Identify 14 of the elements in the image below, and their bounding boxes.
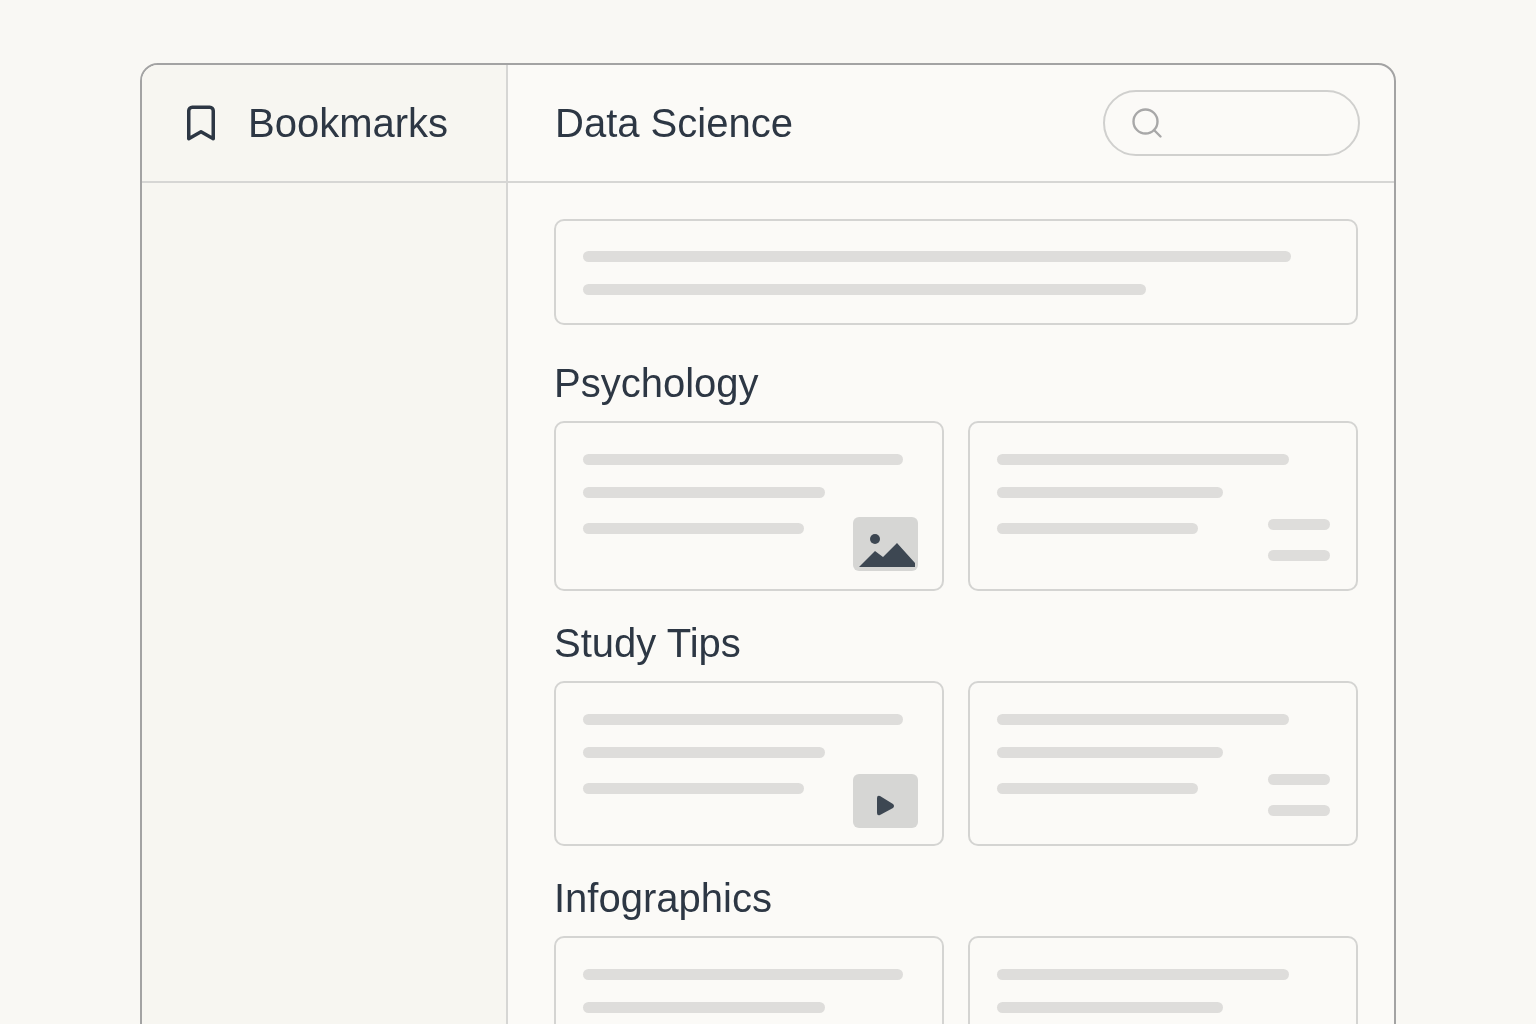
play-icon [853,774,918,828]
sidebar-title: Bookmarks [248,100,449,147]
section-heading: Study Tips [554,620,741,667]
bookmark-card[interactable] [968,681,1358,846]
bookmark-card[interactable] [554,681,944,846]
section-heading: Infographics [554,875,772,922]
bookmark-card[interactable] [554,421,944,591]
page-title: Data Science [555,100,793,147]
bookmark-card[interactable] [968,421,1358,591]
bookmark-card[interactable] [554,219,1358,325]
search-field[interactable] [1103,90,1360,156]
section-heading: Psychology [554,360,759,407]
search-icon [1129,105,1165,141]
image-icon [853,517,918,571]
